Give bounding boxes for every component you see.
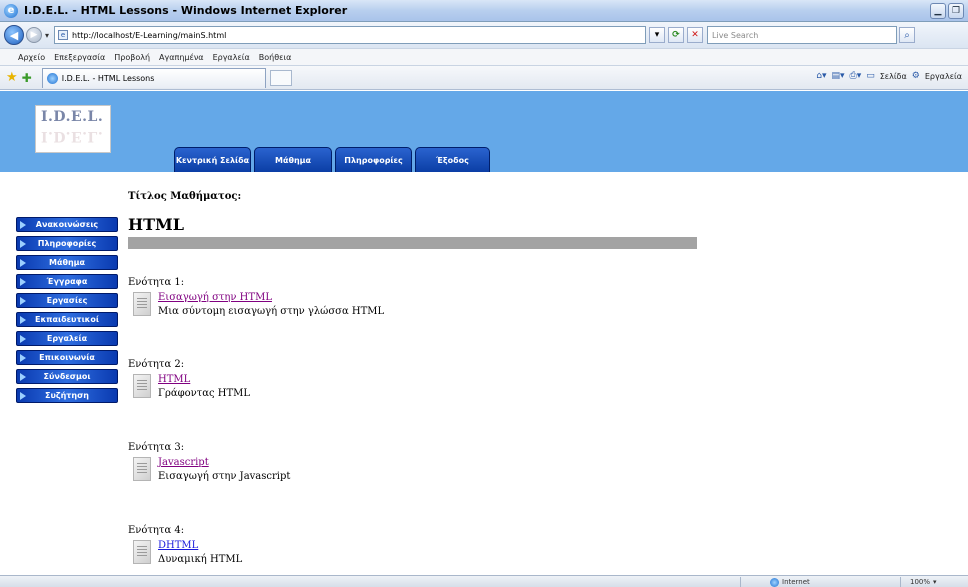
back-button[interactable]: ◀ [4, 25, 24, 45]
unit-label: Ενότητα 1: [128, 277, 185, 288]
page-icon: e [58, 30, 69, 40]
top-navigation: Κεντρική Σελίδα Μάθημα Πληροφορίες Έξοδο… [174, 147, 493, 172]
menu-help[interactable]: Βοήθεια [259, 53, 292, 62]
side-nav-announcements[interactable]: Ανακοινώσεις [16, 217, 118, 232]
window-title: I.D.E.L. - HTML Lessons - Windows Intern… [24, 4, 348, 17]
page-menu-button[interactable]: Σελίδα [880, 72, 907, 81]
new-tab-button[interactable] [269, 69, 292, 86]
site-header: I.D.E.L. I.D.E.L. Κεντρική Σελίδα Μάθημα… [0, 91, 968, 172]
unit-description: Μια σύντομη εισαγωγή στην γλώσσα HTML [158, 306, 385, 317]
side-nav-info[interactable]: Πληροφορίες [16, 236, 118, 251]
nav-home[interactable]: Κεντρική Σελίδα [174, 147, 251, 172]
page-menu-icon: ▭ [866, 71, 875, 81]
side-nav-discussion[interactable]: Συζήτηση [16, 388, 118, 403]
side-nav-assignments[interactable]: Εργασίες [16, 293, 118, 308]
logo-reflection: I.D.E.L. [41, 128, 104, 144]
forward-button[interactable]: ▶ [26, 27, 42, 43]
zone-label: Internet [782, 578, 810, 586]
unit-link[interactable]: Εισαγωγή στην HTML [158, 292, 272, 303]
zoom-control[interactable]: 100% ▾ [910, 576, 937, 587]
side-nav-contact[interactable]: Επικοινωνία [16, 350, 118, 365]
unit-description: Εισαγωγή στην Javascript [158, 471, 291, 482]
feeds-icon[interactable]: ▤▾ [831, 71, 844, 81]
globe-icon [770, 577, 779, 587]
unit-label: Ενότητα 2: [128, 359, 185, 370]
security-zone[interactable]: Internet [770, 576, 810, 587]
menu-view[interactable]: Προβολή [114, 53, 150, 62]
address-dropdown-button[interactable]: ▾ [649, 27, 666, 43]
unit-2: Ενότητα 2: HTML Γράφοντας HTML [128, 359, 250, 399]
unit-description: Γράφοντας HTML [158, 388, 251, 399]
zoom-dropdown-icon: ▾ [933, 578, 937, 586]
menu-edit[interactable]: Επεξεργασία [54, 53, 105, 62]
tab-bar: ★ ✚ I.D.E.L. - HTML Lessons ⌂▾ ▤▾ ⎙▾ ▭ Σ… [0, 66, 968, 90]
status-separator [740, 577, 741, 587]
page-content: I.D.E.L. I.D.E.L. Κεντρική Σελίδα Μάθημα… [0, 91, 968, 575]
window-controls: ▁ ❐ [930, 3, 964, 19]
title-bar: e I.D.E.L. - HTML Lessons - Windows Inte… [0, 0, 968, 22]
unit-label: Ενότητα 4: [128, 525, 185, 536]
search-input[interactable]: Live Search [707, 26, 898, 44]
unit-link[interactable]: DHTML [158, 540, 198, 551]
side-nav-links[interactable]: Σύνδεσμοι [16, 369, 118, 384]
url-text: http://localhost/E-Learning/mainS.html [72, 30, 227, 40]
tab-idel-lessons[interactable]: I.D.E.L. - HTML Lessons [41, 67, 266, 88]
unit-link[interactable]: Javascript [158, 457, 209, 468]
lesson-heading: Τίτλος Μαθήματος: [128, 191, 242, 202]
menu-tools[interactable]: Εργαλεία [213, 53, 250, 62]
side-nav-lesson[interactable]: Μάθημα [16, 255, 118, 270]
tools-menu-icon: ⚙ [911, 71, 920, 81]
unit-link[interactable]: HTML [158, 374, 190, 385]
unit-4: Ενότητα 4: DHTML Δυναμική HTML [128, 525, 242, 565]
unit-3: Ενότητα 3: Javascript Εισαγωγή στην Java… [128, 442, 290, 482]
document-icon [133, 292, 151, 316]
lesson-title: HTML [128, 215, 184, 234]
side-navigation: Ανακοινώσεις Πληροφορίες Μάθημα Έγγραφα … [16, 217, 118, 407]
menu-bar: Αρχείο Επεξεργασία Προβολή Αγαπημένα Εργ… [0, 48, 968, 66]
ie-icon: e [4, 3, 18, 18]
recent-pages-dropdown[interactable]: ▾ [45, 31, 49, 40]
nav-exit[interactable]: Έξοδος [415, 147, 490, 172]
status-bar: Internet 100% ▾ [0, 575, 968, 587]
unit-label: Ενότητα 3: [128, 442, 185, 453]
favorites-star-icon[interactable]: ★ [6, 70, 18, 85]
command-bar: ⌂▾ ▤▾ ⎙▾ ▭ Σελίδα ⚙ Εργαλεία [816, 71, 962, 81]
divider-bar [128, 237, 697, 249]
tools-menu-button[interactable]: Εργαλεία [925, 72, 962, 81]
maximize-button[interactable]: ❐ [948, 3, 964, 19]
search-icon[interactable]: ⌕ [899, 27, 916, 43]
stop-button[interactable]: ✕ [687, 27, 704, 43]
search-placeholder: Live Search [712, 30, 759, 40]
menu-favorites[interactable]: Αγαπημένα [159, 53, 204, 62]
unit-1: Ενότητα 1: Εισαγωγή στην HTML Μια σύντομ… [128, 277, 384, 317]
status-separator [900, 577, 901, 587]
logo-text: I.D.E.L. [41, 109, 104, 125]
refresh-button[interactable]: ⟳ [668, 27, 685, 43]
tab-ie-icon [46, 72, 58, 84]
document-icon [133, 540, 151, 564]
print-icon[interactable]: ⎙▾ [850, 71, 862, 81]
side-nav-instructors[interactable]: Εκπαιδευτικοί [16, 312, 118, 327]
unit-description: Δυναμική HTML [158, 554, 243, 565]
side-nav-tools[interactable]: Εργαλεία [16, 331, 118, 346]
document-icon [133, 374, 151, 398]
side-nav-documents[interactable]: Έγγραφα [16, 274, 118, 289]
nav-lesson[interactable]: Μάθημα [254, 147, 332, 172]
minimize-button[interactable]: ▁ [930, 3, 946, 19]
address-input[interactable]: e http://localhost/E-Learning/mainS.html [54, 26, 647, 44]
tab-label: I.D.E.L. - HTML Lessons [61, 73, 155, 83]
nav-info[interactable]: Πληροφορίες [335, 147, 412, 172]
address-toolbar: ◀ ▶ ▾ e http://localhost/E-Learning/main… [0, 22, 968, 48]
site-logo: I.D.E.L. I.D.E.L. [35, 105, 111, 153]
add-favorite-icon[interactable]: ✚ [22, 71, 32, 85]
zoom-level: 100% [910, 578, 931, 586]
document-icon [133, 457, 151, 481]
home-icon[interactable]: ⌂▾ [816, 71, 826, 81]
menu-file[interactable]: Αρχείο [18, 53, 45, 62]
